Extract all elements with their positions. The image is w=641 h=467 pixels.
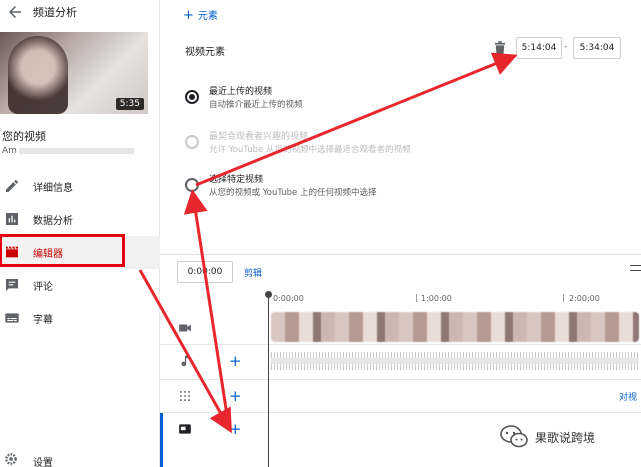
start-time-input[interactable]: 5:14:04: [516, 37, 562, 59]
end-screen-icon: [179, 424, 191, 434]
trash-icon[interactable]: [494, 41, 506, 55]
playhead[interactable]: [268, 292, 269, 467]
ruler-label: 1:00:00: [421, 294, 452, 303]
wechat-icon: [500, 425, 528, 448]
sidebar-item-label: 详细信息: [33, 183, 73, 194]
timeline-divider: [160, 254, 641, 255]
add-audio-button[interactable]: +: [229, 354, 242, 369]
option-desc: 允许 YouTube 从您的视频中选择最适合观看者的视频: [209, 145, 411, 155]
music-note-icon: [181, 355, 189, 367]
active-track-indicator: [160, 413, 163, 467]
end-time-input[interactable]: 5:34:04: [573, 37, 621, 59]
radio-best-for-viewer[interactable]: [185, 135, 199, 149]
sidebar-item-subtitles[interactable]: 字幕: [0, 302, 160, 335]
edit-link[interactable]: 剪辑: [244, 266, 262, 279]
watermark: 果歌说跨境: [499, 424, 595, 450]
sidebar-item-label: 设置: [33, 458, 53, 467]
sidebar-item-settings[interactable]: 设置: [0, 446, 160, 467]
timecode-input[interactable]: 0:00:00: [177, 261, 233, 283]
your-video-label: 您的视频: [2, 130, 46, 143]
radio-recent-upload[interactable]: [185, 90, 199, 104]
channel-name-blurred: [18, 147, 134, 154]
plus-icon: +: [183, 8, 194, 23]
option-title: 最近上传的视频: [209, 87, 273, 97]
ruler-tick: [416, 294, 417, 302]
sidebar-item-details[interactable]: 详细信息: [0, 170, 160, 203]
comment-icon: [6, 279, 18, 291]
sidebar-item-comments[interactable]: 评论: [0, 269, 160, 302]
ruler-label: 0:00:00: [273, 294, 304, 303]
sidebar-item-label: 评论: [33, 282, 53, 293]
add-blur-button[interactable]: +: [229, 389, 242, 404]
sidebar-header: 频道分析: [0, 0, 160, 26]
subtitles-icon: [5, 313, 19, 323]
compare-link[interactable]: 对视: [619, 390, 637, 403]
video-thumbnail[interactable]: 5:35: [0, 32, 148, 114]
option-desc: 从您的视频或 YouTube 上的任何视频中选择: [209, 188, 377, 198]
track-separator: [160, 379, 641, 380]
track-separator: [160, 344, 641, 345]
sidebar-item-label: 数据分析: [33, 216, 73, 227]
video-track-thumbnails[interactable]: [271, 312, 639, 342]
track-separator: [160, 412, 641, 413]
editor-highlight-box: [0, 234, 125, 267]
add-element-label: 元素: [197, 11, 218, 22]
add-end-screen-button[interactable]: +: [229, 422, 242, 437]
channel-prefix: Am: [2, 146, 17, 156]
ruler-label: 2:00:00: [569, 294, 600, 303]
add-element-button[interactable]: + 元素: [183, 7, 218, 23]
watermark-text: 果歌说跨境: [535, 430, 596, 445]
option-title: 选择特定视频: [209, 175, 264, 185]
option-title: 最契合观看者兴趣的视频: [209, 132, 309, 142]
menu-icon[interactable]: [630, 265, 641, 271]
ruler-tick: [563, 294, 564, 302]
video-duration-badge: 5:35: [115, 98, 144, 110]
option-desc: 自动推介最近上传的视频: [209, 100, 303, 110]
audio-waveform: [271, 352, 639, 370]
grid-icon: [179, 390, 191, 402]
sidebar-item-label: 字幕: [33, 315, 53, 326]
gear-icon: [5, 453, 17, 465]
sidebar-item-analytics[interactable]: 数据分析: [0, 203, 160, 236]
thumbnail-figure: [8, 36, 68, 114]
time-separator: -: [564, 42, 568, 52]
channel-name: Am: [2, 146, 152, 156]
video-camera-icon: [179, 324, 191, 332]
element-type-label: 视频元素: [185, 47, 225, 58]
radio-specific-video[interactable]: [185, 178, 199, 192]
bar-chart-icon: [6, 213, 18, 225]
pencil-icon: [6, 180, 18, 192]
playhead-handle[interactable]: [265, 291, 272, 298]
studio-editor-screen: 频道分析 5:35 您的视频 Am 详细信息 数据分析 编辑器 评论 字幕 设置…: [0, 0, 641, 467]
page-title: 频道分析: [33, 6, 77, 19]
back-arrow-icon[interactable]: [6, 3, 24, 21]
